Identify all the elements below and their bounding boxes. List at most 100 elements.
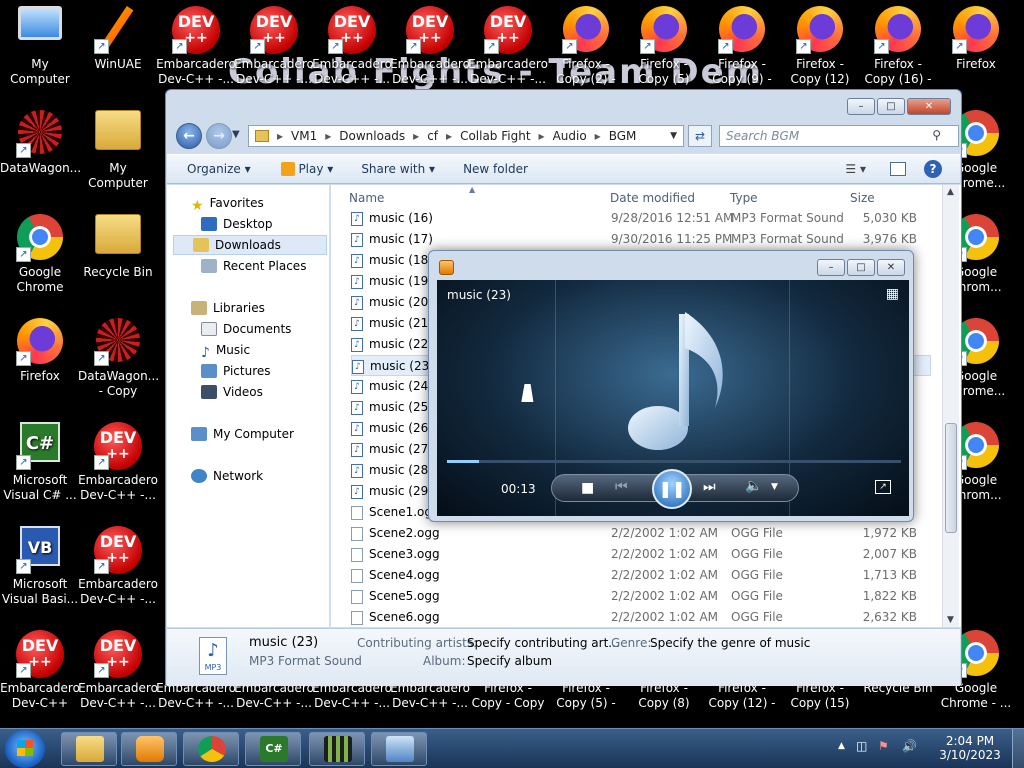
file-row[interactable]: Scene5.ogg 2/2/2002 1:02 AM OGG File 1,822 … — [351, 586, 931, 607]
desktop-icon-chrome[interactable]: ↗ Google Chrome — [0, 208, 80, 295]
minimize-button[interactable]: – — [847, 98, 875, 115]
help-icon[interactable]: ? — [924, 160, 942, 178]
column-type[interactable]: Type — [730, 188, 758, 208]
nav-my-computer[interactable]: My Computer — [191, 424, 294, 444]
desktop-icon-dev[interactable]: DEV++↗ Embarcadero Dev-C++ -... — [468, 0, 548, 87]
desktop-icon-fox[interactable]: ↗ Firefox - Copy (12) — [780, 0, 860, 87]
previous-button[interactable]: ⏮ — [615, 479, 628, 495]
close-button[interactable]: ✕ — [907, 98, 951, 115]
new-folder-button[interactable]: New folder — [463, 162, 528, 176]
search-input[interactable]: Search BGM — [719, 125, 959, 147]
desktop-icon-comp[interactable]: My Computer — [0, 0, 80, 87]
nav-recent-places[interactable]: Recent Places — [201, 256, 306, 276]
volume-icon[interactable]: 🔈 — [745, 478, 762, 494]
preview-pane-icon[interactable] — [890, 162, 906, 176]
view-options-icon[interactable]: ☰ ▾ — [845, 162, 866, 176]
volume-tray-icon[interactable]: 🔊 — [902, 739, 917, 753]
file-row[interactable]: Scene2.ogg 2/2/2002 1:02 AM OGG File 1,972 … — [351, 523, 931, 544]
breadcrumb-0[interactable]: VM1 — [291, 129, 317, 143]
column-date-modified[interactable]: Date modified — [610, 188, 695, 208]
next-button[interactable]: ⏭ — [703, 479, 716, 495]
nav-documents[interactable]: Documents — [201, 319, 291, 339]
desktop-icon-dw[interactable]: ↗ DataWagon... — [0, 104, 80, 176]
desktop-icon-dev[interactable]: DEV++↗ Embarcadero Dev-C++ -... — [78, 520, 158, 607]
scroll-down-icon[interactable]: ▼ — [947, 615, 954, 625]
desktop-icon-fox[interactable]: ↗ Firefox — [936, 0, 1016, 72]
show-desktop-button[interactable] — [1012, 729, 1024, 768]
player-maximize-button[interactable]: □ — [847, 259, 875, 276]
desktop-icon-fox[interactable]: ↗ Firefox — [0, 312, 80, 384]
desktop-icon-dev[interactable]: DEV++↗ Embarcadero Dev-C++ -... — [78, 416, 158, 503]
back-button[interactable]: ← — [176, 123, 202, 149]
pause-button[interactable]: ❚❚ — [652, 469, 692, 509]
desktop-icon-winuae[interactable]: ↗ WinUAE — [78, 0, 158, 72]
breadcrumb-2[interactable]: cf — [427, 129, 438, 143]
nav-videos[interactable]: Videos — [201, 382, 263, 402]
play-button[interactable]: Play ▾ — [280, 162, 333, 177]
clock[interactable]: 2:04 PM 3/10/2023 — [934, 734, 1006, 762]
desktop-icon-folder[interactable]: Recycle Bin — [78, 208, 158, 280]
file-row[interactable]: Scene3.ogg 2/2/2002 1:02 AM OGG File 2,007 … — [351, 544, 931, 565]
desktop-icon-fox[interactable]: ↗ Firefox - Copy (2) - Copy — [546, 0, 626, 87]
network-tray-icon[interactable]: ◫ — [856, 739, 867, 753]
desktop-icon-cs[interactable]: C# ↗ Microsoft Visual C# ... — [0, 416, 80, 503]
desktop-icon-fox[interactable]: ↗ Firefox - Copy (9) - Copy — [702, 0, 782, 87]
desktop-icon-dw[interactable]: ↗ DataWagon... - Copy — [78, 312, 158, 399]
nav-pictures[interactable]: Pictures — [201, 361, 271, 381]
maximize-button[interactable]: □ — [877, 98, 905, 115]
artists-value[interactable]: Specify contributing art... — [467, 636, 620, 650]
taskbar-control-panel[interactable] — [371, 732, 427, 766]
album-value[interactable]: Specify album — [467, 654, 552, 668]
column-name[interactable]: Name — [349, 188, 384, 208]
organize-button[interactable]: Organize ▾ — [187, 162, 251, 176]
stop-button[interactable]: ■ — [581, 480, 594, 496]
breadcrumb-3[interactable]: Collab Fight — [460, 129, 530, 143]
share-with-button[interactable]: Share with ▾ — [361, 162, 435, 176]
seek-bar[interactable] — [447, 460, 901, 463]
refresh-button[interactable]: ⇄ — [688, 125, 712, 147]
recent-locations-icon[interactable]: ▼ — [232, 129, 240, 140]
nav-favorites[interactable]: ★ Favorites — [191, 193, 264, 214]
desktop-icon-dev[interactable]: DEV ++ ↗ Embarcadero Dev-C++ — [0, 624, 80, 711]
player-minimize-button[interactable]: – — [817, 259, 845, 276]
nav-downloads[interactable]: Downloads — [173, 235, 327, 255]
file-row[interactable]: Scene6.ogg 2/2/2002 1:02 AM OGG File 2,632 … — [351, 607, 931, 628]
scroll-up-icon[interactable]: ▲ — [947, 187, 954, 197]
desktop-icon-dev[interactable]: DEV++↗ Embarcadero Dev-C++ -... — [312, 0, 392, 87]
nav-libraries[interactable]: Libraries — [191, 298, 265, 318]
taskbar-visual-csharp[interactable]: C# — [245, 732, 301, 766]
nav-music[interactable]: ♪ Music — [201, 340, 250, 361]
taskbar-video[interactable] — [309, 732, 365, 766]
desktop-icon-fox[interactable]: ↗ Firefox - Copy (16) - Copy — [858, 0, 938, 87]
desktop-icon-dev[interactable]: DEV++↗ Embarcadero Dev-C++ -... — [234, 0, 314, 87]
address-dropdown-icon[interactable]: ▼ — [670, 131, 677, 141]
genre-value[interactable]: Specify the genre of music — [650, 636, 810, 650]
breadcrumb-1[interactable]: Downloads — [339, 129, 405, 143]
taskbar-media-player[interactable] — [121, 732, 177, 766]
desktop-icon-dev[interactable]: DEV++↗ Embarcadero Dev-C++ -... — [156, 0, 236, 87]
file-row[interactable]: ♪ music (16) 9/28/2016 12:51 AM MP3 Format … — [351, 208, 931, 229]
desktop-icon-dev[interactable]: DEV++↗ Embarcadero Dev-C++ -... — [390, 0, 470, 87]
desktop-icon-folder[interactable]: My Computer — [78, 104, 158, 191]
show-hidden-icons-icon[interactable]: ▲ — [838, 741, 845, 751]
forward-button[interactable]: → — [206, 123, 232, 149]
fullscreen-icon[interactable]: ↗ — [875, 480, 891, 494]
address-field[interactable]: ▸ VM1 ▸ Downloads ▸ cf ▸ Collab Fight ▸ Audio… — [248, 125, 684, 147]
desktop-icon-dev[interactable]: DEV++↗ Embarcadero Dev-C++ -... — [78, 624, 158, 711]
volume-dropdown-icon[interactable]: ▼ — [771, 482, 778, 492]
nav-desktop[interactable]: Desktop — [201, 214, 273, 234]
start-button[interactable] — [5, 730, 45, 768]
nav-network[interactable]: Network — [191, 466, 263, 486]
player-close-button[interactable]: ✕ — [877, 259, 905, 276]
taskbar-explorer[interactable] — [61, 732, 117, 766]
desktop-icon-fox[interactable]: ↗ Firefox - Copy (5) — [624, 0, 704, 87]
desktop-icon-vb[interactable]: VB ↗ Microsoft Visual Basi... — [0, 520, 80, 607]
taskbar-chrome[interactable] — [183, 732, 239, 766]
file-row[interactable]: Scene4.ogg 2/2/2002 1:02 AM OGG File 1,713 … — [351, 565, 931, 586]
action-center-icon[interactable]: ⚑ — [878, 739, 889, 753]
breadcrumb-4[interactable]: Audio — [553, 129, 587, 143]
vertical-scrollbar[interactable]: ▲ ▼ — [942, 185, 959, 627]
breadcrumb-5[interactable]: BGM — [609, 129, 637, 143]
switch-to-library-icon[interactable]: ▦ — [886, 286, 899, 302]
file-row[interactable]: ♪ music (17) 9/30/2016 11:25 PM MP3 Format … — [351, 229, 931, 250]
